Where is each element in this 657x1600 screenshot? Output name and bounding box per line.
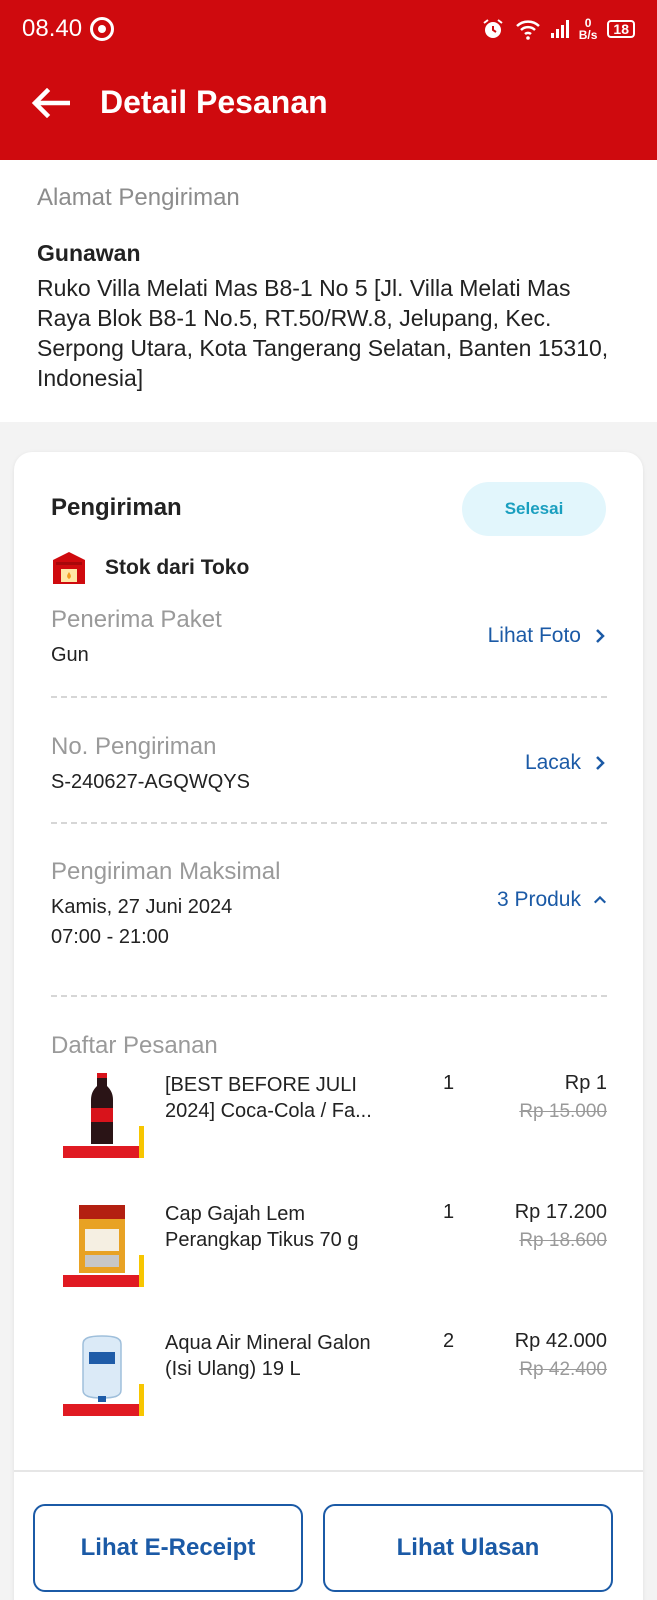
products-toggle[interactable]: 3 Produk: [497, 888, 607, 912]
item-quantity: 1: [443, 1201, 455, 1223]
view-e-receipt-button[interactable]: Lihat E-Receipt: [33, 1504, 303, 1592]
rat-glue-trap-image: [63, 1205, 144, 1287]
status-time: 08.40: [22, 15, 83, 42]
view-review-button[interactable]: Lihat Ulasan: [323, 1504, 613, 1592]
item-name: Cap Gajah Lem Perangkap Tikus 70 g: [165, 1203, 359, 1251]
products-toggle-label: 3 Produk: [496, 888, 581, 911]
shipping-title: Pengiriman: [51, 494, 182, 521]
order-item[interactable]: Cap Gajah Lem Perangkap Tikus 70 g 1 Rp …: [51, 1201, 607, 1321]
max-delivery-label: Pengiriman Maksimal: [51, 858, 281, 885]
chevron-right-icon: [596, 756, 605, 770]
item-price: Rp 1: [564, 1072, 607, 1094]
item-quantity: 2: [443, 1330, 455, 1352]
max-delivery-row: Pengiriman Maksimal Kamis, 27 Juni 2024 …: [51, 858, 607, 952]
page-title: Detail Pesanan: [100, 84, 328, 120]
item-name: [BEST BEFORE JULI 2024] Coca-Cola / Fa..…: [165, 1074, 372, 1122]
tracking-row: No. Pengiriman S-240627-AGQWQYS Lacak: [51, 733, 607, 797]
net-speed-unit: B/s: [578, 28, 598, 42]
view-photo-label: Lihat Foto: [487, 624, 581, 647]
footer-divider: [14, 1470, 643, 1472]
order-list-title: Daftar Pesanan: [51, 1032, 218, 1059]
item-name: Aqua Air Mineral Galon (Isi Ulang) 19 L: [165, 1332, 371, 1380]
chevron-up-icon: [593, 895, 607, 904]
item-price: Rp 17.200: [514, 1201, 607, 1223]
view-photo-link[interactable]: Lihat Foto: [488, 624, 607, 648]
chevron-right-icon: [596, 629, 605, 643]
shipping-address-section: Alamat Pengiriman Gunawan Ruko Villa Mel…: [0, 160, 657, 422]
address-label: Alamat Pengiriman: [37, 184, 240, 211]
divider: [51, 822, 607, 824]
wifi-icon: [515, 20, 540, 40]
store-icon: [53, 552, 85, 584]
signal-icon: [550, 20, 569, 38]
order-item[interactable]: Aqua Air Mineral Galon (Isi Ulang) 19 L …: [51, 1330, 607, 1450]
address-text: Ruko Villa Melati Mas B8-1 No 5 [Jl. Vil…: [37, 275, 609, 391]
item-quantity: 1: [443, 1072, 455, 1094]
track-label: Lacak: [524, 751, 581, 774]
divider: [51, 995, 607, 997]
store-source: Stok dari Toko: [51, 550, 249, 586]
item-original-price: Rp 42.400: [519, 1359, 607, 1380]
item-original-price: Rp 18.600: [519, 1230, 607, 1251]
store-label: Stok dari Toko: [105, 556, 250, 579]
tracking-label: No. Pengiriman: [51, 733, 217, 760]
track-link[interactable]: Lacak: [525, 751, 607, 775]
screen-record-icon: [90, 17, 115, 41]
battery-icon: 18: [607, 20, 635, 38]
shipping-card: Pengiriman Selesai Stok dari Toko Peneri…: [14, 452, 643, 1600]
coca-cola-bottle-image: [63, 1073, 144, 1158]
tracking-number: S-240627-AGQWQYS: [51, 771, 250, 793]
divider: [51, 696, 607, 698]
alarm-icon: [483, 19, 503, 38]
app-header: 08.40 0 B/s 18 Detail Pesanan: [0, 0, 657, 160]
status-bar: 08.40 0 B/s 18: [22, 14, 635, 44]
water-gallon-image: [63, 1335, 144, 1416]
status-badge: Selesai: [462, 482, 606, 536]
net-speed: 0 B/s: [579, 17, 598, 41]
item-original-price: Rp 15.000: [519, 1101, 607, 1122]
recipient-row: Penerima Paket Gun Lihat Foto: [51, 606, 607, 670]
recipient-name: Gunawan: [37, 240, 141, 266]
back-arrow-icon[interactable]: [30, 87, 70, 118]
max-delivery-time: 07:00 - 21:00: [51, 926, 169, 948]
item-price: Rp 42.000: [514, 1330, 607, 1352]
order-item[interactable]: [BEST BEFORE JULI 2024] Coca-Cola / Fa..…: [51, 1072, 607, 1192]
